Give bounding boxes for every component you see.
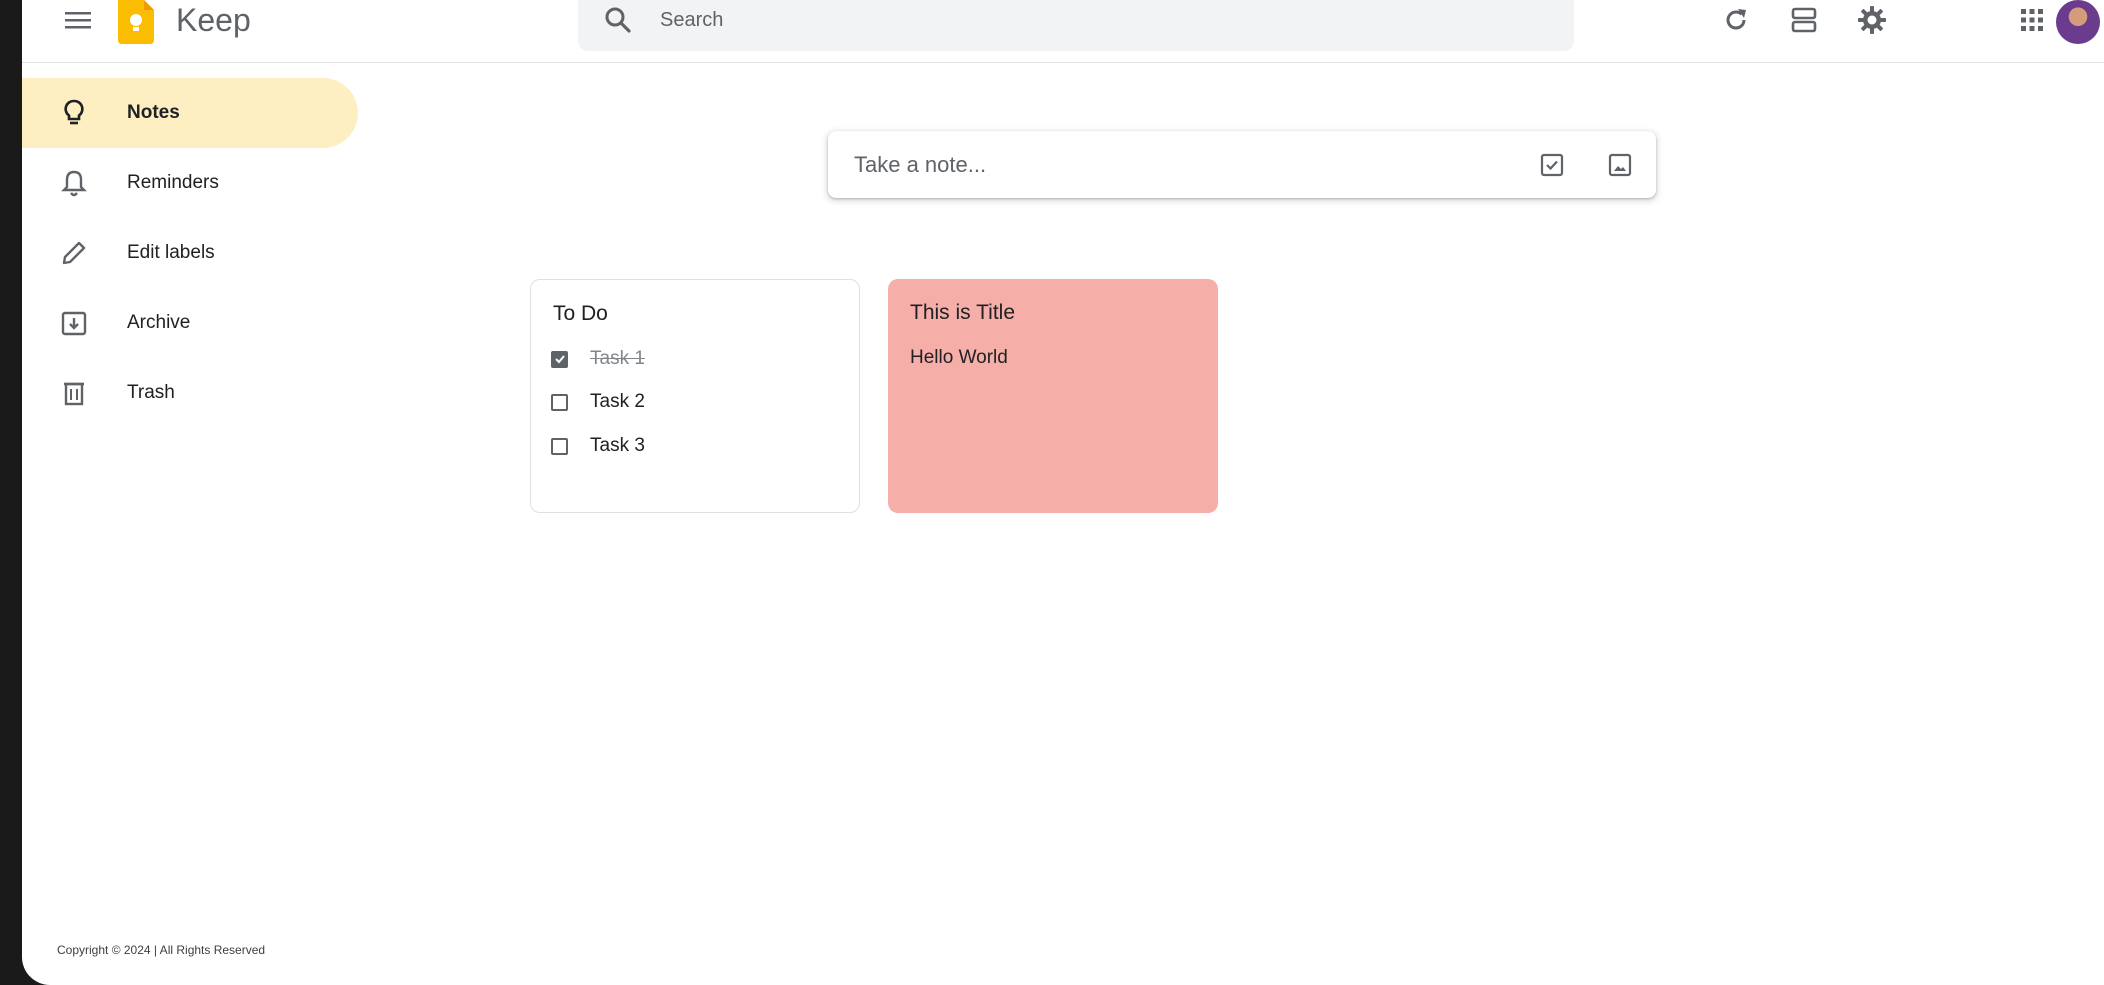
task-label: Task 3 xyxy=(590,435,645,456)
sidebar-item-label: Archive xyxy=(127,312,191,333)
main-menu-button[interactable] xyxy=(58,4,98,36)
trash-icon xyxy=(58,377,90,409)
refresh-button[interactable] xyxy=(1716,2,1756,38)
list-view-button[interactable] xyxy=(1784,2,1824,38)
lightbulb-icon xyxy=(58,97,90,129)
take-note-input[interactable] xyxy=(854,145,1494,185)
pencil-icon xyxy=(58,237,90,269)
sidebar-item-archive[interactable]: Archive xyxy=(22,288,358,358)
keep-logo[interactable] xyxy=(118,0,154,44)
list-item: Task 3 xyxy=(551,431,645,461)
menu-icon xyxy=(65,12,91,29)
sidebar-item-notes[interactable]: Notes xyxy=(22,78,358,148)
checkmark-icon xyxy=(554,355,565,364)
task-checkbox[interactable] xyxy=(551,437,568,455)
top-bar: Keep xyxy=(22,0,2104,63)
apps-grid-icon xyxy=(2021,9,2043,31)
bell-icon xyxy=(58,167,90,199)
list-view-icon xyxy=(1791,7,1817,33)
sidebar-item-reminders[interactable]: Reminders xyxy=(22,148,358,218)
sidebar-item-label: Trash xyxy=(127,382,175,403)
list-item: Task 2 xyxy=(551,387,645,417)
apps-button[interactable] xyxy=(2012,2,2052,38)
task-label: Task 1 xyxy=(590,348,645,369)
task-label: Task 2 xyxy=(590,391,645,412)
sidebar-item-label: Notes xyxy=(127,102,180,123)
note-body: Hello World xyxy=(910,347,1008,368)
new-image-icon xyxy=(1608,153,1632,177)
note-title: This is Title xyxy=(910,301,1016,324)
app-window: Keep Search Notes Reminders Edit labels … xyxy=(22,0,2104,985)
search-bar[interactable] xyxy=(578,0,1574,51)
search-input[interactable] xyxy=(660,2,1540,38)
refresh-icon xyxy=(1726,9,1746,30)
search-icon[interactable] xyxy=(602,4,634,36)
copyright-text: Copyright © 2024 | All Rights Reserved xyxy=(57,943,266,957)
new-list-button[interactable] xyxy=(1534,147,1570,183)
note-card-todo[interactable]: To Do Task 1 Task 2 Task 3 xyxy=(530,279,860,513)
sidebar: Notes Reminders Edit labels Archive Tras… xyxy=(22,78,382,428)
archive-icon xyxy=(58,307,90,339)
new-image-button[interactable] xyxy=(1602,147,1638,183)
task-checkbox[interactable] xyxy=(551,393,568,411)
app-title: Keep xyxy=(176,2,251,38)
note-composer[interactable] xyxy=(828,131,1656,198)
sidebar-item-trash[interactable]: Trash xyxy=(22,358,358,428)
new-list-icon xyxy=(1540,153,1564,177)
task-checkbox-checked[interactable] xyxy=(551,350,568,368)
avatar[interactable] xyxy=(2056,0,2100,44)
settings-button[interactable] xyxy=(1852,2,1892,38)
note-title: To Do xyxy=(553,302,608,325)
sidebar-item-label: Edit labels xyxy=(127,242,215,263)
settings-icon xyxy=(1858,6,1886,34)
note-card[interactable]: This is Title Hello World xyxy=(888,279,1218,513)
sidebar-item-label: Reminders xyxy=(127,172,219,193)
list-item: Task 1 xyxy=(551,344,645,374)
sidebar-item-edit-labels[interactable]: Edit labels xyxy=(22,218,358,288)
